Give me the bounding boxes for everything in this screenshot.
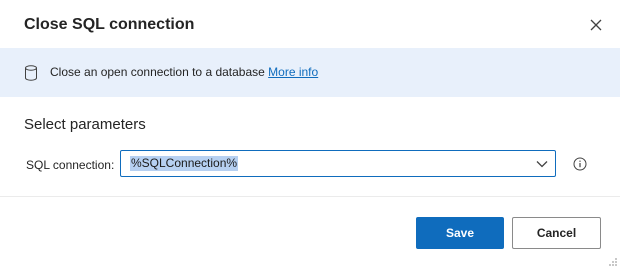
banner-text: Close an open connection to a database M… — [50, 64, 318, 81]
resize-grip-icon[interactable] — [608, 257, 618, 267]
banner-description: Close an open connection to a database — [50, 65, 265, 79]
more-info-link[interactable]: More info — [268, 65, 318, 79]
sql-connection-label: SQL connection: — [26, 158, 115, 172]
footer-divider — [0, 196, 620, 197]
dialog-title: Close SQL connection — [24, 16, 195, 33]
cancel-button[interactable]: Cancel — [512, 217, 601, 249]
close-icon — [590, 19, 602, 31]
section-title: Select parameters — [24, 116, 146, 133]
chevron-down-icon — [536, 161, 548, 168]
close-sql-connection-dialog: Close SQL connection Close an open conne… — [0, 0, 620, 269]
info-icon[interactable] — [573, 157, 587, 171]
close-button[interactable] — [584, 13, 608, 37]
info-banner: Close an open connection to a database M… — [0, 48, 620, 97]
sql-connection-value: %SQLConnection% — [130, 156, 239, 171]
save-button[interactable]: Save — [416, 217, 504, 249]
sql-connection-select[interactable]: %SQLConnection% — [120, 150, 556, 177]
database-icon — [25, 65, 37, 81]
